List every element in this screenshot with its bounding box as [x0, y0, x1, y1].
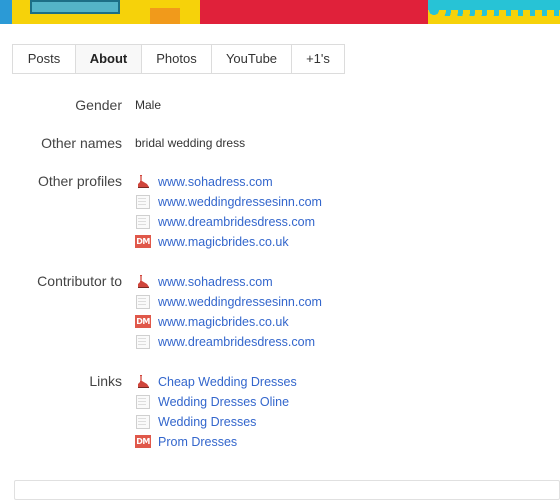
- page-icon: [135, 294, 151, 310]
- dm-icon-text: DM: [135, 315, 151, 328]
- profile-link[interactable]: www.sohadress.com: [158, 275, 273, 289]
- other-names-label: Other names: [41, 135, 122, 151]
- tab-photos[interactable]: Photos: [142, 45, 212, 73]
- link-item: DM Prom Dresses: [135, 434, 237, 450]
- profile-link[interactable]: Wedding Dresses: [158, 415, 256, 429]
- tab-plus-ones[interactable]: +1's: [292, 45, 344, 73]
- link-item: www.dreambridesdress.com: [135, 214, 315, 230]
- link-item: www.weddingdressesinn.com: [135, 294, 322, 310]
- dm-icon-text: DM: [135, 235, 151, 248]
- tab-posts[interactable]: Posts: [13, 45, 76, 73]
- other-profiles-label: Other profiles: [37, 173, 122, 189]
- link-item: Wedding Dresses Oline: [135, 394, 289, 410]
- page-icon: [135, 194, 151, 210]
- profile-link[interactable]: www.weddingdressesinn.com: [158, 295, 322, 309]
- profile-link[interactable]: www.dreambridesdress.com: [158, 215, 315, 229]
- shoe-icon: [135, 274, 151, 290]
- link-item: Cheap Wedding Dresses: [135, 374, 297, 390]
- page-icon: [135, 394, 151, 410]
- profile-link[interactable]: www.sohadress.com: [158, 175, 273, 189]
- tab-youtube[interactable]: YouTube: [212, 45, 292, 73]
- dm-icon: DM: [135, 434, 151, 450]
- shoe-icon: [135, 174, 151, 190]
- link-item: DM www.magicbrides.co.uk: [135, 314, 289, 330]
- link-item: Wedding Dresses: [135, 414, 256, 430]
- dm-icon: DM: [135, 234, 151, 250]
- page-icon: [135, 414, 151, 430]
- contributor-to-label: Contributor to: [37, 273, 122, 289]
- gender-value: Male: [135, 98, 162, 112]
- page-icon: [135, 214, 151, 230]
- profile-link[interactable]: Prom Dresses: [158, 435, 237, 449]
- link-item: www.weddingdressesinn.com: [135, 194, 322, 210]
- profile-link[interactable]: www.magicbrides.co.uk: [158, 315, 289, 329]
- links-label: Links: [89, 373, 122, 389]
- profile-link[interactable]: www.magicbrides.co.uk: [158, 235, 289, 249]
- link-item: www.dreambridesdress.com: [135, 334, 315, 350]
- dm-icon: DM: [135, 314, 151, 330]
- tab-about[interactable]: About: [76, 45, 142, 73]
- comment-box[interactable]: [14, 480, 560, 500]
- profile-link[interactable]: www.weddingdressesinn.com: [158, 195, 322, 209]
- profile-tabs: Posts About Photos YouTube +1's: [12, 44, 345, 74]
- shoe-icon: [135, 374, 151, 390]
- profile-link[interactable]: Wedding Dresses Oline: [158, 395, 289, 409]
- gender-label: Gender: [75, 97, 122, 113]
- profile-link[interactable]: Cheap Wedding Dresses: [158, 375, 297, 389]
- profile-link[interactable]: www.dreambridesdress.com: [158, 335, 315, 349]
- page-icon: [135, 334, 151, 350]
- link-item: www.sohadress.com: [135, 274, 273, 290]
- cover-photo-banner: [0, 0, 560, 24]
- other-names-value: bridal wedding dress: [135, 136, 246, 150]
- link-item: DM www.magicbrides.co.uk: [135, 234, 289, 250]
- dm-icon-text: DM: [135, 435, 151, 448]
- link-item: www.sohadress.com: [135, 174, 273, 190]
